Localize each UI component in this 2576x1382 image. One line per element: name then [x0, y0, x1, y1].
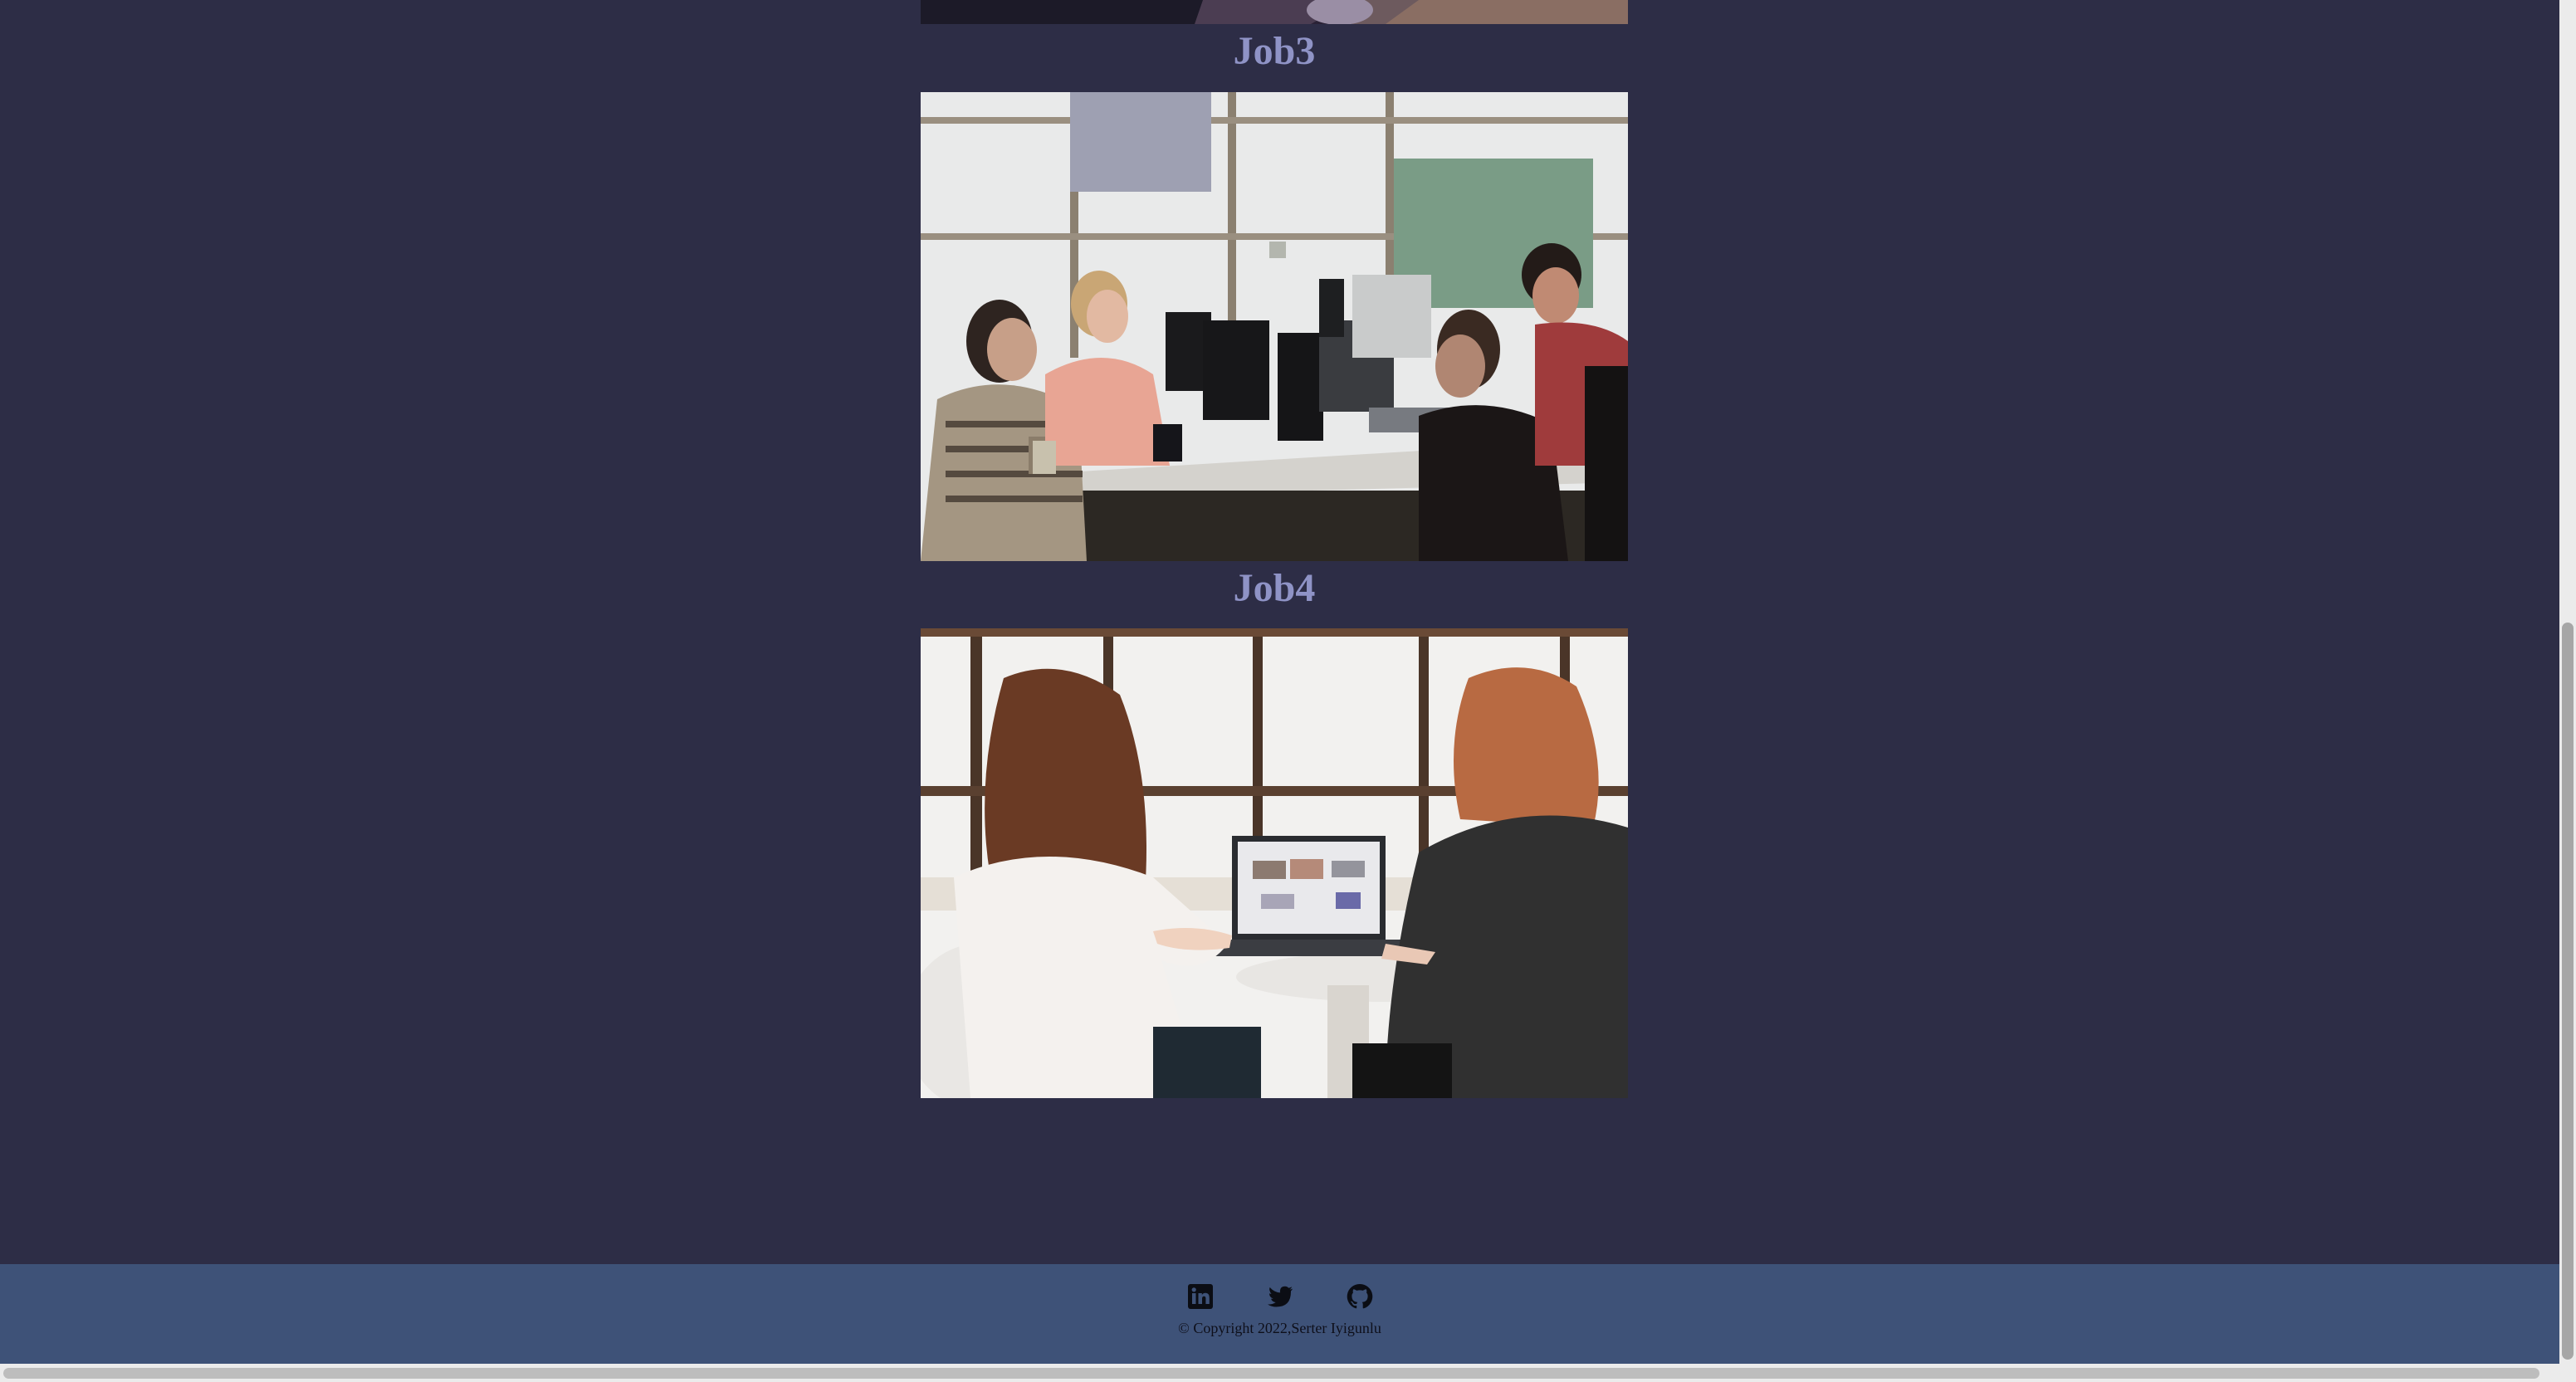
copyright-text: © Copyright 2022,Serter Iyigunlu	[1178, 1320, 1381, 1336]
job-title: Job3	[1233, 29, 1316, 73]
main-content: Job3 Job4	[0, 0, 2559, 1264]
github-link[interactable]	[1346, 1282, 1374, 1311]
vertical-scrollbar[interactable]	[2559, 0, 2576, 1364]
job-image	[921, 92, 1628, 561]
twitter-link[interactable]	[1266, 1282, 1294, 1311]
linkedin-link[interactable]	[1186, 1282, 1215, 1311]
vertical-scrollbar-thumb[interactable]	[2562, 623, 2574, 1360]
job-image-previous	[921, 0, 1628, 24]
scrollbar-corner	[2559, 1364, 2576, 1382]
footer: © Copyright 2022,Serter Iyigunlu	[0, 1264, 2559, 1364]
job-title: Job4	[1233, 566, 1316, 610]
social-links	[0, 1282, 2559, 1311]
github-icon	[1347, 1283, 1372, 1309]
job-image	[921, 628, 1628, 1098]
horizontal-scrollbar-thumb[interactable]	[3, 1368, 2539, 1379]
horizontal-scrollbar[interactable]	[0, 1364, 2559, 1382]
twitter-icon	[1267, 1286, 1293, 1307]
linkedin-icon	[1187, 1284, 1213, 1309]
